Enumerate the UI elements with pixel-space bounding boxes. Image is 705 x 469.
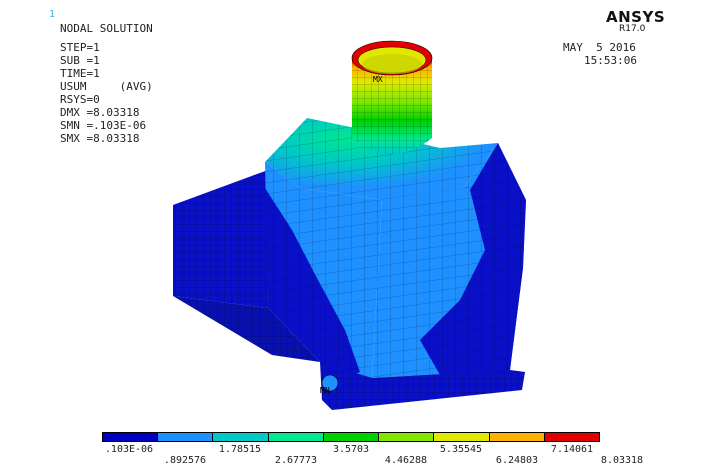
legend-bottom-label: 4.46288 xyxy=(384,455,428,466)
contour-legend-bar xyxy=(102,432,600,442)
legend-swatch xyxy=(379,433,435,441)
legend-swatch xyxy=(434,433,490,441)
legend-swatch xyxy=(268,433,324,441)
tube xyxy=(351,40,433,154)
legend-swatch xyxy=(103,433,159,441)
legend-swatch xyxy=(489,433,545,441)
min-marker: MN xyxy=(320,386,330,395)
legend-swatch xyxy=(544,433,599,441)
legend-bottom-label: 2.67773 xyxy=(274,455,318,466)
legend-swatch xyxy=(213,433,269,441)
legend-top-label: 7.14061 xyxy=(550,444,594,455)
legend-bottom-label: 8.03318 xyxy=(600,455,644,466)
legend-top-label: 5.35545 xyxy=(439,444,483,455)
legend-top-label: 1.78515 xyxy=(218,444,262,455)
legend-swatch xyxy=(323,433,380,441)
legend-bottom-label: .892576 xyxy=(163,455,207,466)
legend-swatch xyxy=(158,433,214,441)
fea-model-view[interactable]: MX MN xyxy=(0,0,705,469)
legend-top-label: 3.5703 xyxy=(332,444,370,455)
legend-bottom-label: 6.24803 xyxy=(495,455,539,466)
legend-top-label: .103E-06 xyxy=(104,444,154,455)
max-marker: MX xyxy=(373,75,383,84)
